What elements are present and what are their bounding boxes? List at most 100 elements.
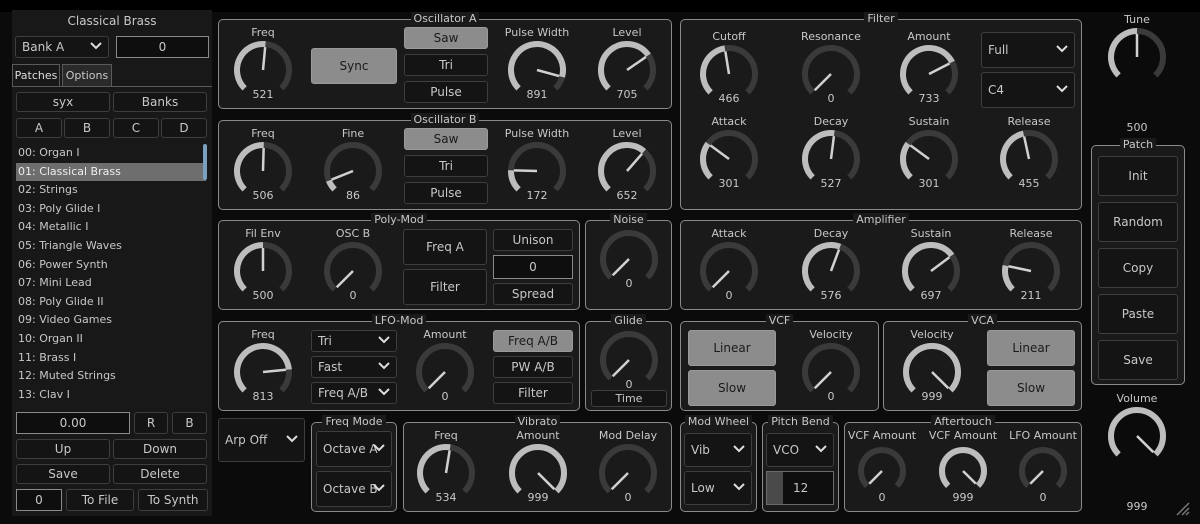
lfo-pw-ab-button[interactable]: PW A/B xyxy=(493,356,573,378)
patch-list-item[interactable]: 00: Organ I xyxy=(16,144,206,162)
bank-c-button[interactable]: C xyxy=(113,118,159,138)
osc-b-pulse-button[interactable]: Pulse xyxy=(404,182,488,204)
poly-mod-fil-env-knob[interactable]: Fil Env 500 xyxy=(233,227,293,307)
tab-patches[interactable]: Patches xyxy=(12,64,60,86)
filter-amount-knob[interactable]: Amount 733 xyxy=(899,30,959,110)
banks-button[interactable]: Banks xyxy=(113,92,207,112)
b-button[interactable]: B xyxy=(172,412,207,434)
osc-b-saw-button[interactable]: Saw xyxy=(404,128,488,150)
amp-release-knob[interactable]: Release 211 xyxy=(1001,227,1061,307)
vibrato-mod-delay-knob[interactable]: Mod Delay 0 xyxy=(598,429,658,509)
amp-sustain-knob[interactable]: Sustain 697 xyxy=(901,227,961,307)
patch-list-item[interactable]: 03: Poly Glide I xyxy=(16,200,206,218)
save-patch-button[interactable]: Save xyxy=(16,464,110,484)
scrollbar-thumb[interactable] xyxy=(203,144,207,180)
patch-list-item[interactable]: 09: Video Games xyxy=(16,311,206,329)
filter-sustain-knob[interactable]: Sustain 301 xyxy=(899,115,959,195)
vibrato-amount-knob[interactable]: Amount 999 xyxy=(508,429,568,509)
osc-b-tri-button[interactable]: Tri xyxy=(404,155,488,177)
save-button[interactable]: Save xyxy=(1098,340,1178,380)
lfo-amount-knob[interactable]: Amount 0 xyxy=(415,328,475,408)
copy-button[interactable]: Copy xyxy=(1098,248,1178,288)
octave-b-select[interactable]: Octave B xyxy=(316,471,392,507)
up-button[interactable]: Up xyxy=(16,439,110,459)
bank-number-field[interactable]: 0 xyxy=(116,36,209,58)
poly-mod-filter-button[interactable]: Filter xyxy=(403,269,487,305)
amp-attack-knob[interactable]: Attack 0 xyxy=(699,227,759,307)
filter-cutoff-knob[interactable]: Cutoff 466 xyxy=(699,30,759,110)
patch-list-item[interactable]: 11: Brass I xyxy=(16,349,206,367)
delete-button[interactable]: Delete xyxy=(113,464,207,484)
vcf-slow-button[interactable]: Slow xyxy=(688,370,776,406)
pitch-bend-dest-select[interactable]: VCO xyxy=(766,433,834,467)
osc-a-pulse-button[interactable]: Pulse xyxy=(404,81,488,103)
glide-knob[interactable]: 0 xyxy=(599,316,659,396)
filter-note-select[interactable]: C4 xyxy=(981,72,1075,108)
tab-options[interactable]: Options xyxy=(62,64,112,86)
vcf-linear-button[interactable]: Linear xyxy=(688,330,776,366)
osc-a-tri-button[interactable]: Tri xyxy=(404,54,488,76)
patch-list-item[interactable]: 10: Organ II xyxy=(16,330,206,348)
filter-release-knob[interactable]: Release 455 xyxy=(999,115,1059,195)
bank-select[interactable]: Bank A xyxy=(15,36,109,58)
to-file-button[interactable]: To File xyxy=(66,489,134,511)
vca-linear-button[interactable]: Linear xyxy=(987,330,1075,366)
filter-mode-select[interactable]: Full xyxy=(981,32,1075,68)
bank-d-button[interactable]: D xyxy=(161,118,207,138)
tune-knob[interactable]: Tune 500 xyxy=(1107,13,1167,134)
aftertouch-vcf-amount-2-knob[interactable]: VCF Amount 999 xyxy=(929,429,997,509)
patch-list-item[interactable]: 01: Classical Brass xyxy=(16,162,206,181)
patch-list-item[interactable]: 04: Metallic I xyxy=(16,218,206,236)
init-button[interactable]: Init xyxy=(1098,156,1178,196)
patch-list-item[interactable]: 12: Muted Strings xyxy=(16,367,206,385)
unison-button[interactable]: Unison xyxy=(493,229,573,251)
lfo-freq-knob[interactable]: Freq 813 xyxy=(233,328,293,408)
bank-a-button[interactable]: A xyxy=(16,118,62,138)
lfo-freq-ab-button[interactable]: Freq A/B xyxy=(493,330,573,352)
vca-velocity-knob[interactable]: Velocity 999 xyxy=(902,328,962,408)
r-button[interactable]: R xyxy=(134,412,168,434)
osc-a-saw-button[interactable]: Saw xyxy=(404,27,488,49)
osc-a-level-knob[interactable]: Level 705 xyxy=(597,26,657,106)
paste-button[interactable]: Paste xyxy=(1098,294,1178,334)
poly-mod-osc-b-knob[interactable]: OSC B 0 xyxy=(323,227,383,307)
syx-button[interactable]: syx xyxy=(16,92,110,112)
osc-a-freq-knob[interactable]: Freq 521 xyxy=(233,26,293,106)
osc-b-freq-knob[interactable]: Freq 506 xyxy=(233,127,293,207)
patch-list-item[interactable]: 13: Clav I xyxy=(16,386,206,404)
patch-list-item[interactable]: 07: Mini Lead xyxy=(16,274,206,292)
osc-a-pulse-width-knob[interactable]: Pulse Width 891 xyxy=(505,26,569,106)
sync-button[interactable]: Sync xyxy=(311,48,397,84)
value-field[interactable]: 0.00 xyxy=(16,412,130,434)
bank-b-button[interactable]: B xyxy=(64,118,110,138)
osc-b-level-knob[interactable]: Level 652 xyxy=(597,127,657,207)
osc-b-pulse-width-knob[interactable]: Pulse Width 172 xyxy=(505,127,569,207)
spread-button[interactable]: Spread xyxy=(493,283,573,305)
aftertouch-lfo-amount-knob[interactable]: LFO Amount 0 xyxy=(1009,429,1077,509)
lfo-wave-select[interactable]: Tri xyxy=(311,330,397,352)
pitch-bend-amount-field[interactable]: 12 xyxy=(766,471,834,505)
vca-slow-button[interactable]: Slow xyxy=(987,370,1075,406)
filter-decay-knob[interactable]: Decay 527 xyxy=(801,115,861,195)
lfo-target-select[interactable]: Freq A/B xyxy=(311,382,397,404)
lfo-speed-select[interactable]: Fast xyxy=(311,356,397,378)
vibrato-freq-knob[interactable]: Freq 534 xyxy=(416,429,476,509)
patch-list-item[interactable]: 05: Triangle Waves xyxy=(16,237,206,255)
filter-attack-knob[interactable]: Attack 301 xyxy=(699,115,759,195)
resize-grip-icon[interactable] xyxy=(1172,498,1190,516)
to-synth-button[interactable]: To Synth xyxy=(138,489,208,511)
volume-knob[interactable]: Volume 999 xyxy=(1107,392,1167,513)
unison-voices-field[interactable]: 0 xyxy=(493,255,573,279)
noise-knob[interactable]: 0 xyxy=(599,215,659,295)
aftertouch-vcf-amount-knob[interactable]: VCF Amount 0 xyxy=(848,429,916,509)
lfo-filter-button[interactable]: Filter xyxy=(493,382,573,404)
filter-resonance-knob[interactable]: Resonance 0 xyxy=(801,30,861,110)
glide-time-button[interactable]: Time xyxy=(591,390,667,407)
down-button[interactable]: Down xyxy=(113,439,207,459)
random-button[interactable]: Random xyxy=(1098,202,1178,242)
file-number-field[interactable]: 0 xyxy=(16,489,62,511)
vcf-velocity-knob[interactable]: Velocity 0 xyxy=(801,328,861,408)
patch-list-item[interactable]: 02: Strings xyxy=(16,181,206,199)
arp-select[interactable]: Arp Off xyxy=(218,418,305,462)
amp-decay-knob[interactable]: Decay 576 xyxy=(801,227,861,307)
